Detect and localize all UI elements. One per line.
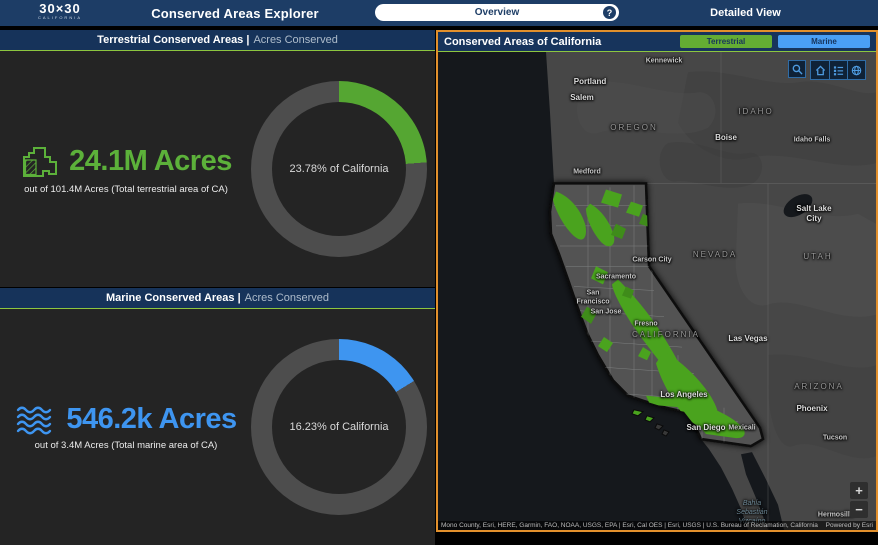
marine-acres-value: 546.2k Acres	[66, 403, 236, 436]
map-panel-header: Conserved Areas of California Terrestria…	[438, 32, 876, 52]
marine-donut-label: 16.23% of California	[289, 421, 388, 433]
terrestrial-donut-chart: 23.78% of California	[251, 81, 427, 257]
legend-icon[interactable]	[829, 61, 847, 79]
terrestrial-subtitle-label: Acres Conserved	[253, 34, 337, 46]
terrestrial-acres-subtitle: out of 101.4M Acres (Total terrestrial a…	[4, 184, 248, 195]
map-canvas[interactable]: KennewickPortlandSalemOREGONMedfordIDAHO…	[438, 52, 876, 530]
marine-title: Marine Conserved Areas |	[106, 292, 241, 304]
basemap-icon[interactable]	[847, 61, 865, 79]
logo-subtext: CALIFORNIA	[30, 16, 90, 20]
terrestrial-donut-hole: 23.78% of California	[272, 102, 406, 236]
terrestrial-acres-value: 24.1M Acres	[69, 145, 232, 178]
map-tool-group	[810, 60, 866, 80]
map-attribution-bar: Mono County, Esri, HERE, Garmin, FAO, NO…	[438, 521, 876, 530]
search-icon[interactable]	[788, 60, 806, 78]
zoom-in-button[interactable]: +	[850, 482, 868, 499]
marine-section: Marine Conserved Areas | Acres Conserved	[0, 288, 435, 545]
map-toolbar	[788, 60, 866, 80]
logo-text: 30×30	[30, 2, 90, 15]
help-icon[interactable]: ?	[603, 6, 616, 19]
marine-section-header: Marine Conserved Areas | Acres Conserved	[0, 288, 435, 309]
page-title: Conserved Areas Explorer	[120, 0, 350, 26]
terrestrial-layer-button[interactable]: Terrestrial	[680, 35, 772, 48]
terrestrial-stat: 24.1M Acres out of 101.4M Acres (Total t…	[0, 144, 248, 195]
app-header: 30×30 CALIFORNIA Conserved Areas Explore…	[0, 0, 878, 26]
thirty-by-thirty-logo: 30×30 CALIFORNIA	[30, 2, 90, 20]
land-parcel-icon	[20, 144, 60, 180]
terrestrial-title: Terrestrial Conserved Areas |	[97, 34, 249, 46]
marine-acres-subtitle: out of 3.4M Acres (Total marine area of …	[4, 440, 248, 451]
main-content: Terrestrial Conserved Areas | Acres Cons…	[0, 26, 878, 545]
terrestrial-donut-label: 23.78% of California	[289, 163, 388, 175]
stats-column: Terrestrial Conserved Areas | Acres Cons…	[0, 30, 435, 545]
basemap-graphic	[438, 52, 876, 530]
zoom-out-button[interactable]: −	[850, 501, 868, 518]
marine-layer-button[interactable]: Marine	[778, 35, 870, 48]
marine-subtitle-label: Acres Conserved	[245, 292, 329, 304]
terrestrial-section-body: 24.1M Acres out of 101.4M Acres (Total t…	[0, 51, 435, 287]
terrestrial-section: Terrestrial Conserved Areas | Acres Cons…	[0, 30, 435, 287]
marine-section-body: 546.2k Acres out of 3.4M Acres (Total ma…	[0, 309, 435, 545]
conserved-areas-explorer-app: 30×30 CALIFORNIA Conserved Areas Explore…	[0, 0, 878, 545]
attribution-text: Mono County, Esri, HERE, Garmin, FAO, NO…	[441, 522, 820, 529]
marine-stat: 546.2k Acres out of 3.4M Acres (Total ma…	[0, 403, 248, 451]
map-zoom-controls: + −	[850, 482, 868, 518]
detailed-view-tab[interactable]: Detailed View	[698, 0, 793, 26]
map-panel: Conserved Areas of California Terrestria…	[436, 30, 878, 532]
terrestrial-section-header: Terrestrial Conserved Areas | Acres Cons…	[0, 30, 435, 51]
marine-donut-chart: 16.23% of California	[251, 339, 427, 515]
map-title: Conserved Areas of California	[444, 36, 674, 48]
overview-tab-label: Overview	[475, 7, 519, 18]
waves-icon	[15, 405, 57, 435]
powered-by-esri: Powered by Esri	[826, 522, 873, 529]
marine-donut-hole: 16.23% of California	[272, 360, 406, 494]
overview-tab[interactable]: Overview ?	[375, 4, 619, 21]
home-icon[interactable]	[811, 61, 829, 79]
